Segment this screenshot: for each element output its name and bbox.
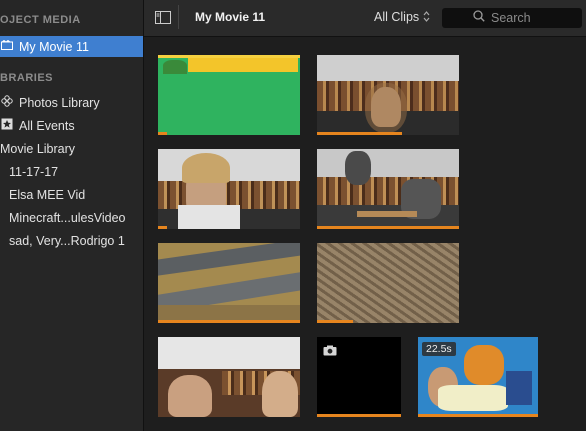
clip-thumbnail[interactable]: [317, 337, 401, 417]
sidebar-item-event[interactable]: 11-17-17: [0, 161, 143, 182]
sidebar: OJECT MEDIA My Movie 11 BRARIES Photos L…: [0, 0, 144, 431]
project-media-header: OJECT MEDIA: [0, 14, 81, 26]
search-field[interactable]: [442, 8, 582, 28]
clip-thumbnail[interactable]: [317, 243, 459, 323]
clip-usage-bar: [158, 132, 167, 135]
clip-thumbnail[interactable]: [158, 243, 300, 323]
sidebar-item-label: Elsa MEE Vid: [9, 187, 86, 202]
clip-usage-bar: [418, 414, 538, 417]
libraries-header: BRARIES: [0, 72, 54, 84]
toggle-sidebar-button[interactable]: [148, 5, 179, 29]
clip-filter-label: All Clips: [374, 10, 420, 24]
sidebar-item-event[interactable]: Elsa MEE Vid: [0, 184, 143, 205]
sidebar-item-label: 11-17-17: [9, 164, 59, 179]
sidebar-item-label: Movie Library: [0, 141, 76, 156]
sidebar-item-event[interactable]: sad, Very...Rodrigo 1: [0, 230, 143, 251]
clip-thumbnail[interactable]: [317, 55, 459, 135]
clip-usage-bar: [158, 226, 167, 229]
clip-usage-bar: [317, 320, 353, 323]
clip-thumbnail[interactable]: [158, 55, 300, 135]
clip-usage-bar: [317, 226, 459, 229]
clip-usage-bar: [317, 414, 401, 417]
sidebar-item-label: Photos Library: [19, 95, 100, 110]
sidebar-item-my-movie-11[interactable]: My Movie 11: [0, 36, 143, 57]
star-icon: [0, 118, 14, 133]
clip-duration-badge: 22.5s: [422, 342, 456, 356]
browser-toolbar: My Movie 11 All Clips: [144, 0, 586, 37]
sidebar-item-label: sad, Very...Rodrigo 1: [9, 233, 125, 248]
project-title: My Movie 11: [195, 10, 266, 24]
clip-filter-select[interactable]: All Clips: [374, 10, 430, 24]
camera-icon: [323, 343, 337, 361]
clip-usage-bar: [158, 320, 300, 323]
chevron-updown-icon: [423, 11, 430, 23]
sidebar-item-photos-library[interactable]: Photos Library: [0, 92, 143, 113]
sidebar-item-label: My Movie 11: [19, 39, 89, 54]
clip-thumbnail[interactable]: [158, 337, 300, 417]
movie-icon: [0, 39, 14, 53]
sidebar-item-event[interactable]: Minecraft...ulesVideo: [0, 207, 143, 228]
clip-thumbnail[interactable]: 22.5s: [418, 337, 538, 417]
sidebar-item-all-events[interactable]: All Events: [0, 115, 143, 136]
clip-thumbnail[interactable]: [158, 149, 300, 229]
sidebar-item-label: All Events: [19, 118, 75, 133]
clip-browser: 22.5s: [144, 37, 586, 431]
clip-thumbnail[interactable]: [317, 149, 459, 229]
sidebar-toggle-icon: [155, 10, 171, 24]
sidebar-item-label: Minecraft...ulesVideo: [9, 210, 126, 225]
clip-usage-bar: [317, 132, 403, 135]
sidebar-item-movie-library[interactable]: Movie Library: [0, 138, 143, 159]
search-input[interactable]: [489, 10, 573, 26]
search-icon: [473, 9, 485, 27]
flower-icon: [0, 95, 14, 110]
